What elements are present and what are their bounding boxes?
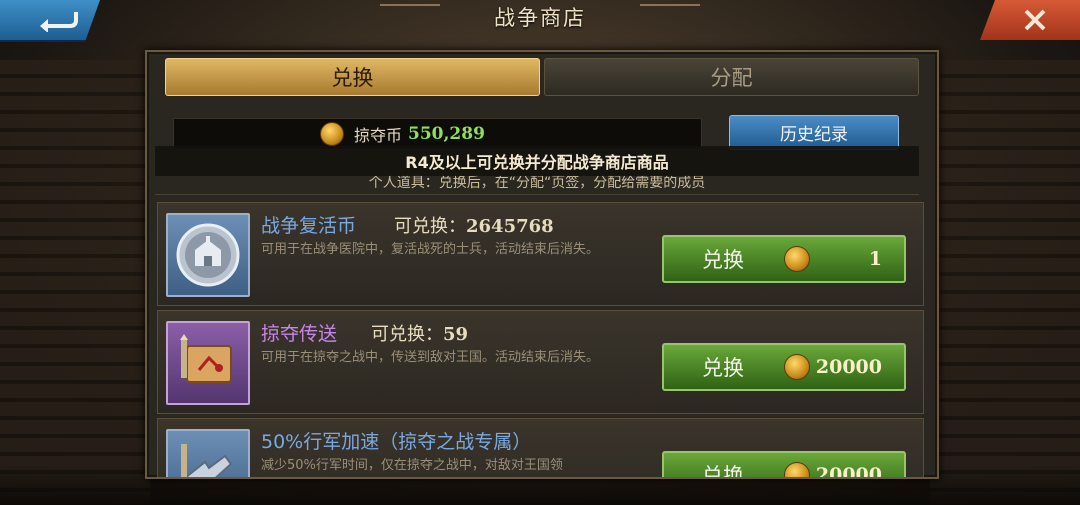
background-stairs-left [0,60,150,505]
war-revive-coin-icon [166,213,250,297]
exchange-button[interactable]: 兑换 20000 [662,343,906,391]
plunder-coin-icon [784,354,810,380]
availability-value: 2645768 [466,216,554,237]
availability-label: 可兑换： [371,324,443,345]
tab-distribute[interactable]: 分配 [544,58,919,96]
teleport-scroll-icon [166,321,250,405]
page-title: 战争商店 [494,6,586,30]
tab-bar: 兑换 分配 [165,58,919,96]
tab-exchange[interactable]: 兑换 [165,58,540,96]
exchange-cost: 1 [868,248,882,270]
plunder-coin-icon [784,462,810,477]
shop-item-march-speedup: 50%行军加速（掠夺之战专属） 减少50%行军时间，仅在掠夺之战中，对敌对王国领… [157,418,924,479]
close-icon [1024,9,1046,31]
exchange-button[interactable]: 兑换 20000 [662,451,906,479]
title-bar: 战争商店 [360,0,720,34]
exchange-button[interactable]: 兑换 1 [662,235,906,283]
shop-panel: 兑换 分配 掠夺币 550,289 历史纪录 个人道具：兑换后，在“分配“页签，… [145,50,939,479]
item-description: 减少50%行军时间，仅在掠夺之战中，对敌对王国领 [261,458,563,473]
back-arrow-icon [40,12,78,32]
title-ornament-left [380,4,440,6]
currency-label: 掠夺币 [354,126,403,145]
march-speedup-icon [166,429,250,477]
exchange-button-label: 兑换 [702,464,744,479]
close-button[interactable] [980,0,1080,40]
item-name: 掠夺传送 [261,323,338,345]
availability-value: 59 [443,324,469,345]
exchange-cost: 20000 [815,356,882,378]
title-ornament-right [640,4,700,6]
shop-item-plunder-teleport: 掠夺传送 可兑换：59 可用于在掠夺之战中，传送到敌对王国。活动结束后消失。 兑… [157,310,924,414]
item-availability: 可兑换：59 [371,320,468,346]
exchange-button-label: 兑换 [702,248,744,272]
exchange-button-label: 兑换 [702,356,744,380]
plunder-coin-icon [320,122,344,146]
plunder-coin-icon [784,246,810,272]
history-button[interactable]: 历史纪录 [729,115,899,150]
item-name: 50%行军加速（掠夺之战专属） [261,431,532,453]
item-description: 可用于在战争医院中，复活战死的士兵，活动结束后消失。 [261,242,600,257]
item-availability: 可兑换：2645768 [394,212,554,238]
back-button[interactable] [0,0,100,42]
item-name: 战争复活币 [261,215,357,237]
exchange-cost: 20000 [815,464,882,479]
shop-item-war-revive-coin: 战争复活币 可兑换：2645768 可用于在战争医院中，复活战死的士兵，活动结束… [157,202,924,306]
item-description: 可用于在掠夺之战中，传送到敌对王国。活动结束后消失。 [261,350,600,365]
currency-value: 550,289 [408,124,485,144]
background-stairs-right [930,60,1080,505]
tooltip-banner: R4及以上可兑换并分配战争商店商品 [155,146,919,176]
availability-label: 可兑换： [394,216,466,237]
